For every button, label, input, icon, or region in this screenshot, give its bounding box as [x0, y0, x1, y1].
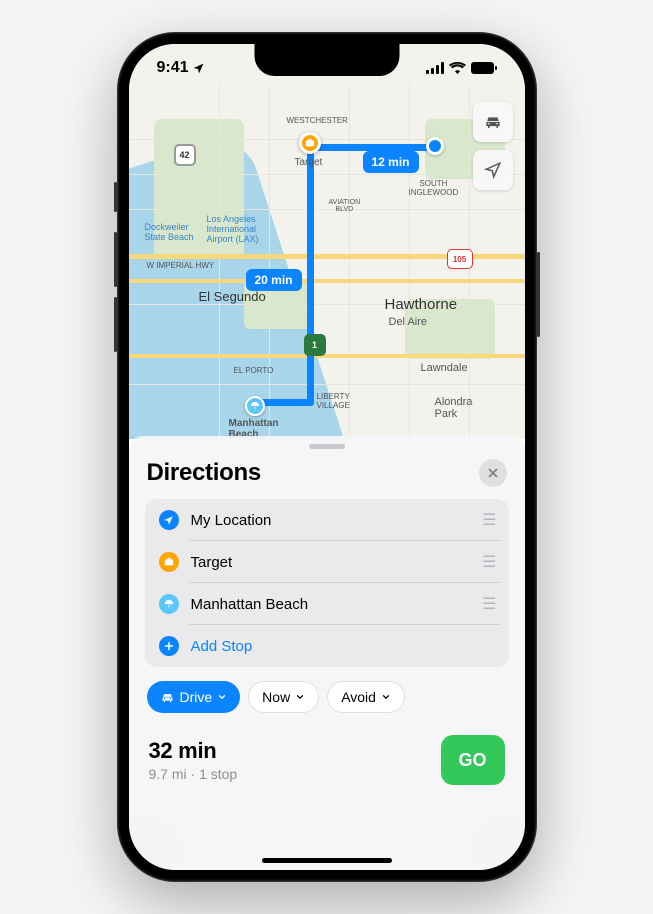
route-summary: 32 min 9.7 mi · 1 stop GO — [145, 727, 509, 793]
label-lax: Los Angeles International Airport (LAX) — [207, 214, 259, 244]
umbrella-icon — [250, 401, 260, 411]
summary-eta: 32 min — [149, 738, 238, 764]
route-options: Drive Now Avoid — [145, 681, 509, 713]
screen: 9:41 WESTCHESTER SOUTH INGLEWOOD AVIATIO… — [129, 44, 525, 870]
cellular-icon — [426, 62, 444, 74]
hwy-42-shield: 42 — [174, 144, 196, 166]
label-liberty: LIBERTY VILLAGE — [317, 392, 350, 410]
transport-mode-button[interactable] — [473, 102, 513, 142]
beach-pin[interactable] — [245, 396, 265, 416]
label-del-aire: Del Aire — [389, 316, 428, 328]
label-hawthorne: Hawthorne — [385, 296, 458, 313]
summary-distance: 9.7 mi · 1 stop — [149, 766, 238, 782]
directions-sheet[interactable]: Directions My Location ☰ — [129, 436, 525, 870]
label-alondra: Alondra Park — [435, 396, 473, 420]
eta-leg-1[interactable]: 12 min — [363, 151, 419, 173]
drive-mode-button[interactable]: Drive — [147, 681, 241, 713]
stop-label: My Location — [191, 512, 483, 529]
chevron-down-icon — [295, 692, 305, 702]
stop-target[interactable]: Target ☰ — [159, 541, 495, 583]
briefcase-icon — [305, 138, 315, 148]
stops-list: My Location ☰ Target ☰ Manhattan Beach ☰ — [145, 499, 509, 667]
label-el-segundo: El Segundo — [199, 289, 266, 304]
car-icon — [160, 690, 175, 705]
sheet-grabber[interactable] — [309, 444, 345, 449]
label-aviation: AVIATION BLVD — [329, 199, 361, 213]
close-button[interactable] — [479, 459, 507, 487]
eta-leg-2[interactable]: 20 min — [246, 269, 302, 291]
location-arrow-icon — [484, 161, 502, 179]
label-south-inglewood: SOUTH INGLEWOOD — [409, 179, 459, 197]
location-arrow-icon — [192, 62, 205, 75]
avoid-options-button[interactable]: Avoid — [327, 681, 405, 713]
stop-manhattan-beach[interactable]: Manhattan Beach ☰ — [159, 583, 495, 625]
label-imperial: W IMPERIAL HWY — [147, 261, 215, 270]
label-westchester: WESTCHESTER — [287, 116, 348, 125]
notch — [254, 44, 399, 76]
location-arrow-icon — [159, 510, 179, 530]
phone-frame: 9:41 WESTCHESTER SOUTH INGLEWOOD AVIATIO… — [117, 32, 537, 882]
reorder-handle[interactable]: ☰ — [482, 510, 494, 530]
plus-icon — [159, 636, 179, 656]
home-indicator[interactable] — [262, 858, 392, 863]
car-icon — [483, 112, 503, 132]
label-lawndale: Lawndale — [421, 362, 468, 374]
reorder-handle[interactable]: ☰ — [482, 594, 494, 614]
status-time: 9:41 — [157, 59, 189, 77]
battery-icon — [471, 62, 497, 74]
go-button[interactable]: GO — [441, 735, 505, 785]
depart-time-button[interactable]: Now — [248, 681, 319, 713]
add-stop-button[interactable]: Add Stop — [159, 625, 495, 667]
map-view[interactable]: WESTCHESTER SOUTH INGLEWOOD AVIATION BLV… — [129, 44, 525, 439]
sheet-title: Directions — [147, 459, 261, 487]
reorder-handle[interactable]: ☰ — [482, 552, 494, 572]
stop-label: Manhattan Beach — [191, 596, 483, 613]
umbrella-icon — [159, 594, 179, 614]
stop-my-location[interactable]: My Location ☰ — [159, 499, 495, 541]
briefcase-icon — [159, 552, 179, 572]
chevron-down-icon — [381, 692, 391, 702]
chevron-down-icon — [217, 692, 227, 702]
stop-label: Target — [191, 554, 483, 571]
hwy-105-shield: 105 — [447, 249, 473, 269]
target-pin-label: Target — [295, 157, 323, 168]
add-stop-label: Add Stop — [191, 638, 495, 655]
target-pin[interactable] — [299, 132, 321, 154]
tracking-button[interactable] — [473, 150, 513, 190]
wifi-icon — [449, 62, 466, 74]
label-el-porto: EL PORTO — [234, 366, 274, 375]
close-icon — [487, 467, 499, 479]
hwy-1-shield: 1 — [304, 334, 326, 356]
start-dot — [426, 137, 444, 155]
label-dockweiler: Dockweiler State Beach — [145, 222, 194, 242]
